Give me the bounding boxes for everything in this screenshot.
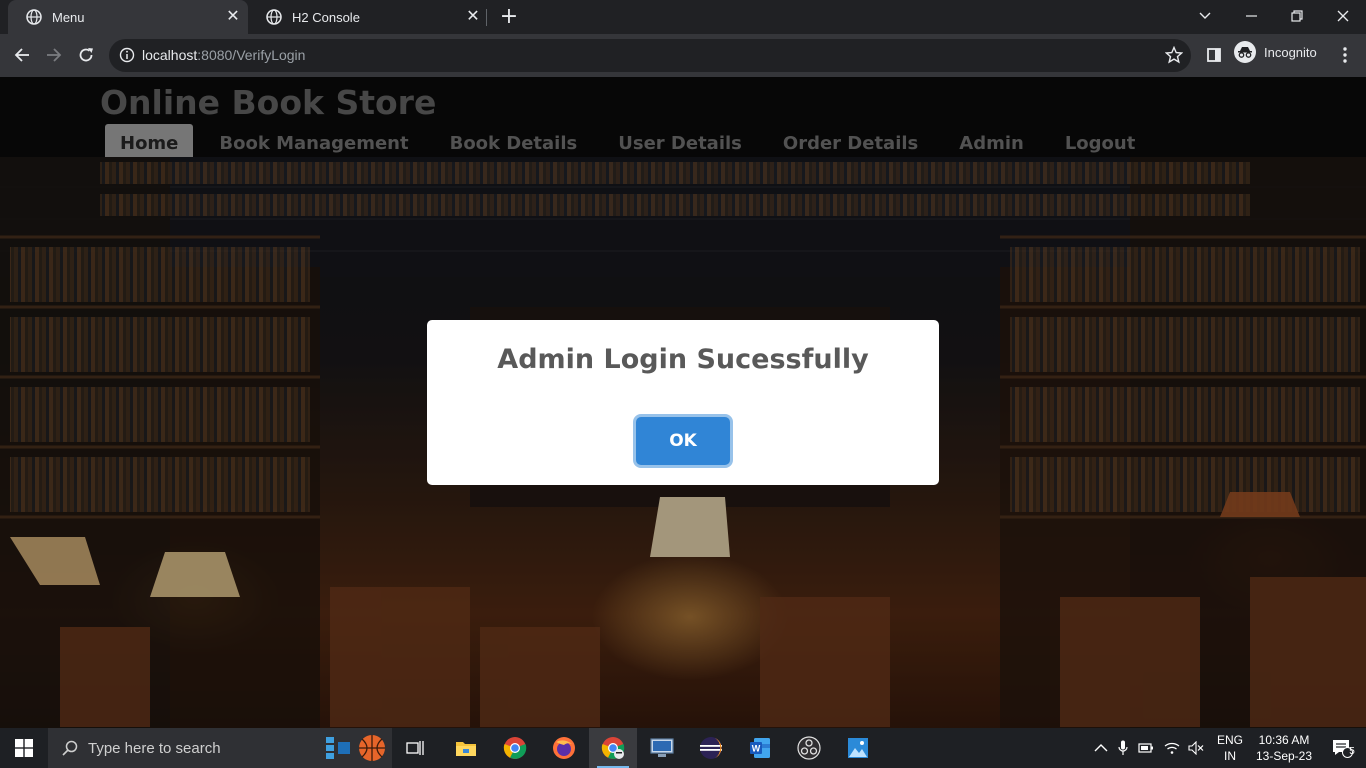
taskbar-eclipse[interactable] (687, 728, 735, 768)
arrow-right-icon (47, 48, 62, 62)
taskbar-photos[interactable] (834, 728, 882, 768)
chrome-incognito-icon (601, 737, 625, 759)
alert-dialog: Admin Login Sucessfully OK (427, 320, 939, 485)
reload-button[interactable] (73, 42, 99, 68)
web-page: Online Book Store Home Book Management B… (0, 77, 1366, 728)
folder-icon (456, 742, 476, 756)
bookmark-star-icon[interactable] (1165, 46, 1183, 64)
task-view-button[interactable] (392, 728, 440, 768)
taskbar-remote-desktop[interactable] (638, 728, 686, 768)
taskbar-word[interactable]: W (736, 728, 784, 768)
obs-icon (797, 736, 821, 760)
volume-muted-icon[interactable] (1188, 741, 1204, 755)
side-panel-button[interactable] (1201, 42, 1227, 68)
arrow-left-icon (14, 48, 29, 62)
taskbar-chrome[interactable] (491, 728, 539, 768)
windows-logo-icon (15, 739, 33, 757)
taskbar-obs[interactable] (785, 728, 833, 768)
remote-desktop-icon (650, 738, 674, 757)
site-info-icon[interactable] (119, 47, 135, 63)
globe-icon (266, 9, 282, 25)
clock-time: 10:36 AM (1258, 733, 1310, 747)
search-highlight-icon (326, 735, 385, 761)
taskbar-chrome-incognito[interactable] (589, 728, 637, 768)
incognito-icon (1234, 41, 1256, 63)
close-tab-icon[interactable]: ✕ (224, 8, 242, 26)
taskbar-file-explorer[interactable] (442, 728, 490, 768)
chrome-icon (503, 737, 527, 759)
photos-icon (848, 738, 868, 758)
minimize-button[interactable] (1228, 0, 1274, 32)
kebab-menu-icon (1343, 47, 1347, 63)
globe-icon (26, 9, 42, 25)
taskbar-search-box[interactable]: Type here to search (48, 728, 392, 768)
wifi-icon[interactable] (1164, 741, 1180, 755)
back-button[interactable] (9, 42, 35, 68)
windows-taskbar: Type here to search W ENG IN 10:36 AM 13… (0, 728, 1366, 768)
new-tab-button[interactable]: + (498, 6, 520, 28)
url-text: localhost:8080/VerifyLogin (142, 47, 306, 63)
browser-menu-button[interactable] (1332, 42, 1358, 68)
clock[interactable]: 10:36 AM 13-Sep-23 (1252, 732, 1316, 764)
system-tray (1094, 728, 1204, 768)
eclipse-icon (700, 737, 722, 759)
chevron-up-icon[interactable] (1094, 743, 1108, 753)
tab-h2-console[interactable]: H2 Console ✕ (248, 0, 488, 34)
ok-button[interactable]: OK (636, 417, 730, 465)
incognito-indicator[interactable]: Incognito (1234, 41, 1317, 63)
firefox-icon (553, 737, 575, 759)
close-tab-icon[interactable]: ✕ (464, 8, 482, 26)
browser-tab-strip: Menu ✕ H2 Console ✕ + (0, 0, 1366, 34)
word-icon: W (750, 738, 770, 758)
tab-search-icon[interactable] (1182, 0, 1228, 32)
search-icon (62, 740, 78, 756)
start-button[interactable] (0, 728, 48, 768)
taskbar-firefox[interactable] (540, 728, 588, 768)
dialog-title: Admin Login Sucessfully (497, 344, 869, 375)
forward-button[interactable] (41, 42, 67, 68)
side-panel-icon (1207, 48, 1221, 62)
notification-center-button[interactable]: 5 (1318, 728, 1366, 768)
clock-date: 13-Sep-23 (1255, 749, 1313, 763)
microphone-icon[interactable] (1118, 740, 1128, 756)
tab-title: Menu (52, 9, 85, 25)
tab-menu[interactable]: Menu ✕ (8, 0, 248, 34)
battery-icon[interactable] (1138, 742, 1154, 754)
notification-count: 5 (1349, 746, 1355, 757)
incognito-label: Incognito (1264, 44, 1317, 60)
search-placeholder: Type here to search (88, 739, 221, 757)
tab-title: H2 Console (292, 9, 360, 25)
address-bar[interactable]: localhost:8080/VerifyLogin (109, 39, 1191, 72)
svg-text:W: W (752, 744, 761, 754)
browser-toolbar: localhost:8080/VerifyLogin Incognito (0, 34, 1366, 77)
close-window-button[interactable] (1320, 0, 1366, 32)
tab-separator (486, 9, 487, 26)
input-language-indicator[interactable]: ENG IN (1216, 732, 1244, 764)
restore-button[interactable] (1274, 0, 1320, 32)
task-view-icon (406, 741, 424, 755)
reload-icon (79, 48, 93, 62)
